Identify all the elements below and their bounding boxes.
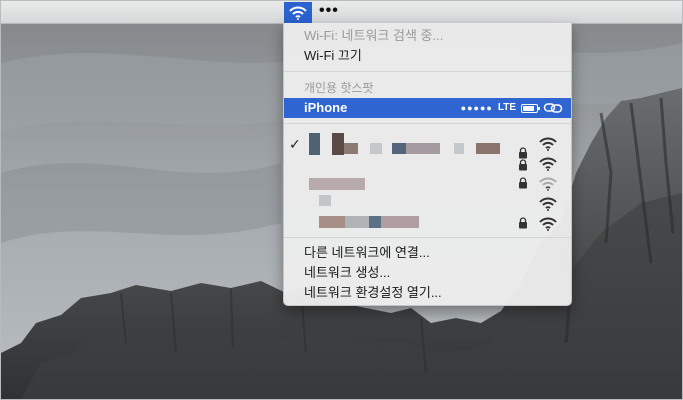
redacted-network-name — [309, 178, 365, 190]
network-row[interactable]: ✓ — [284, 133, 571, 159]
lock-icon — [519, 159, 527, 171]
wifi-turn-off-item[interactable]: Wi-Fi 끄기 — [284, 46, 571, 66]
redacted-network-name — [345, 216, 369, 228]
redacted-network-name — [309, 133, 320, 155]
wifi-icon — [289, 6, 307, 20]
create-network-label: 네트워크 생성... — [304, 265, 391, 280]
menu-divider — [284, 237, 571, 238]
wifi-turn-off-label: Wi-Fi 끄기 — [304, 48, 362, 63]
hotspot-status: ●●●●● LTE — [461, 98, 563, 118]
network-row[interactable] — [284, 194, 571, 214]
hotspot-header-label: 개인용 핫스팟 — [304, 81, 374, 95]
redacted-network-name — [344, 143, 358, 154]
lock-icon — [519, 177, 527, 189]
open-network-preferences-item[interactable]: 네트워크 환경설정 열기... — [284, 283, 571, 303]
hotspot-iphone-item[interactable]: iPhone ●●●●● LTE — [284, 98, 571, 118]
redacted-network-name — [392, 143, 406, 154]
open-network-preferences-label: 네트워크 환경설정 열기... — [304, 285, 442, 300]
menu-divider — [284, 71, 571, 72]
wifi-status-label: Wi-Fi: 네트워크 검색 중... — [304, 28, 444, 43]
hotspot-link-icon — [543, 103, 563, 113]
redacted-network-name — [406, 143, 440, 154]
battery-icon — [521, 103, 540, 113]
check-mark-icon: ✓ — [289, 136, 301, 152]
redacted-network-name — [370, 143, 382, 154]
network-row[interactable] — [284, 154, 571, 174]
wifi-icon — [539, 217, 557, 231]
redacted-network-name — [381, 216, 419, 228]
network-type-label: LTE — [497, 102, 516, 113]
wifi-menu: Wi-Fi: 네트워크 검색 중... Wi-Fi 끄기 개인용 핫스팟 iPh… — [283, 23, 572, 306]
redacted-network-name — [332, 133, 344, 155]
signal-dots: ●●●●● — [460, 103, 493, 113]
network-row[interactable] — [284, 214, 571, 234]
wifi-icon — [539, 157, 557, 171]
screen: ••• Wi-Fi: 네트워크 검색 중... Wi-Fi 끄기 개인용 핫스팟… — [0, 0, 683, 400]
menu-divider — [284, 123, 571, 124]
redacted-network-name — [319, 216, 345, 228]
hotspot-header: 개인용 핫스팟 — [284, 78, 571, 98]
create-network-item[interactable]: 네트워크 생성... — [284, 263, 571, 283]
hotspot-name: iPhone — [304, 100, 348, 115]
wifi-icon — [539, 197, 557, 211]
lock-icon — [519, 217, 527, 229]
wifi-status-item: Wi-Fi: 네트워크 검색 중... — [284, 26, 571, 46]
redacted-network-name — [319, 195, 331, 206]
menu-bar: ••• — [1, 1, 682, 24]
wifi-icon-weak — [539, 177, 557, 191]
wifi-icon — [539, 137, 557, 151]
join-other-network-item[interactable]: 다른 네트워크에 연결... — [284, 243, 571, 263]
redacted-network-name — [454, 143, 464, 154]
redacted-network-name — [476, 143, 500, 154]
menubar-more-button[interactable]: ••• — [319, 2, 339, 22]
redacted-network-name — [369, 216, 381, 228]
network-row[interactable] — [284, 174, 571, 194]
join-other-network-label: 다른 네트워크에 연결... — [304, 245, 430, 260]
menubar-wifi-button[interactable] — [284, 2, 312, 23]
